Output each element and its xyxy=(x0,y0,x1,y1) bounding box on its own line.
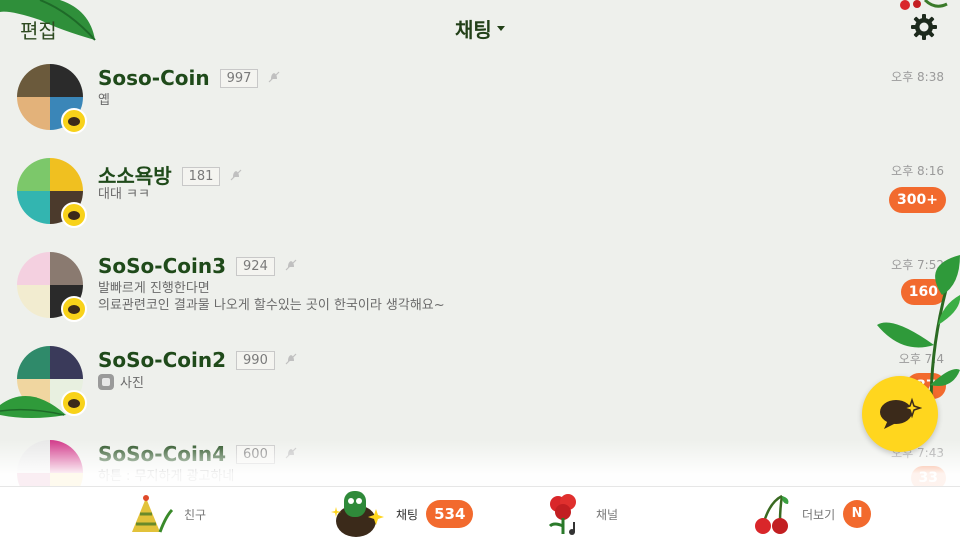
chat-name: Soso-Coin 997 xyxy=(98,66,280,90)
chat-name: SoSo-Coin4 600 xyxy=(98,442,297,466)
bell-off-icon xyxy=(269,71,280,83)
chat-title: 소소욕방 xyxy=(98,164,172,188)
party-hat-icon xyxy=(132,495,174,533)
chat-row[interactable]: 소소욕방 181 대대 ㅋㅋ 오후 8:16 300+ xyxy=(0,154,960,244)
chat-name: 소소욕방 181 xyxy=(98,160,242,189)
chat-title: SoSo-Coin3 xyxy=(98,254,227,278)
tab-label: 친구 xyxy=(184,507,207,522)
chat-bubble-icon xyxy=(61,108,87,134)
new-chat-icon xyxy=(880,397,922,429)
new-chat-button[interactable] xyxy=(862,376,938,452)
chat-list-screen: 편집 채팅 Soso-Coin 997 옙 오후 8:38 소소욕방 181 대… xyxy=(0,0,960,540)
message-line: 하튼 : 무지하게 광고하네 xyxy=(98,469,235,484)
tab-label: 채널 xyxy=(596,507,619,522)
last-message: 발빠르게 진행한다면 의료관련코인 결과물 나오게 할수있는 곳이 한국이라 생… xyxy=(98,280,445,314)
timestamp: 오후 8:38 xyxy=(891,70,944,84)
chat-title: SoSo-Coin2 xyxy=(98,348,227,372)
message-line: 옙 xyxy=(98,93,110,108)
member-count: 990 xyxy=(236,351,275,370)
unread-badge: 300+ xyxy=(889,187,946,213)
new-badge: N xyxy=(843,500,872,528)
last-message: 대대 ㅋㅋ xyxy=(98,186,150,203)
member-count: 181 xyxy=(181,167,221,186)
leaf-decoration-bottom-left xyxy=(0,396,66,418)
bell-off-icon xyxy=(285,447,297,459)
page-title: 채팅 xyxy=(455,18,492,42)
last-message: 옙 xyxy=(98,92,110,109)
last-message: 사진 xyxy=(98,374,144,392)
message-line: 대대 ㅋㅋ xyxy=(98,187,150,202)
bell-off-icon xyxy=(231,169,242,181)
flower-icon xyxy=(548,494,576,535)
message-text: 사진 xyxy=(120,376,144,391)
photo-icon xyxy=(98,374,114,390)
chat-name: SoSo-Coin3 924 xyxy=(98,254,297,278)
tab-badge: 534 xyxy=(426,500,474,528)
member-count: 997 xyxy=(219,69,259,88)
tab-channel[interactable]: 채널 xyxy=(544,487,618,540)
cherry-icon xyxy=(755,494,789,534)
message-line: 의료관련코인 결과물 나오게 할수있는 곳이 한국이라 생각해요~ xyxy=(98,298,445,313)
tab-label: 채팅 xyxy=(396,507,419,522)
chat-character-icon xyxy=(331,491,384,537)
chat-row[interactable]: SoSo-Coin2990 사진 오후 7:4 37 xyxy=(0,342,960,432)
bell-off-icon xyxy=(285,259,297,271)
chat-row[interactable]: SoSo-Coin3 924 발빠르게 진행한다면 의료관련코인 결과물 나오게 … xyxy=(0,248,960,338)
tab-more[interactable]: 더보기 N xyxy=(752,487,872,540)
bottom-tab-bar: 친구 채팅 534 채널 더보기 N xyxy=(0,486,960,540)
chat-bubble-icon xyxy=(61,296,87,322)
member-count: 924 xyxy=(236,257,275,276)
gear-icon[interactable] xyxy=(910,13,938,41)
message-line: 사진 xyxy=(98,374,144,392)
bell-off-icon xyxy=(285,353,297,365)
tab-friends[interactable]: 친구 xyxy=(128,487,206,540)
last-message: 하튼 : 무지하게 광고하네 xyxy=(98,468,234,485)
tab-label: 더보기 xyxy=(802,507,836,522)
chat-bubble-icon xyxy=(61,202,87,228)
top-bar: 편집 채팅 xyxy=(0,0,960,56)
chat-row[interactable]: Soso-Coin 997 옙 오후 8:38 xyxy=(0,60,960,150)
chevron-down-icon xyxy=(496,26,505,31)
edit-button[interactable]: 편집 xyxy=(20,15,57,44)
timestamp: 오후 8:16 xyxy=(891,164,944,178)
message-line: 발빠르게 진행한다면 xyxy=(98,281,210,296)
member-count: 600 xyxy=(236,445,275,464)
chat-filter-dropdown[interactable]: 채팅 xyxy=(455,14,505,43)
chat-title: Soso-Coin xyxy=(98,66,210,90)
chat-title: SoSo-Coin4 xyxy=(98,442,227,466)
tab-chats[interactable]: 채팅 534 xyxy=(328,487,474,540)
chat-name: SoSo-Coin2 990 xyxy=(98,348,297,372)
